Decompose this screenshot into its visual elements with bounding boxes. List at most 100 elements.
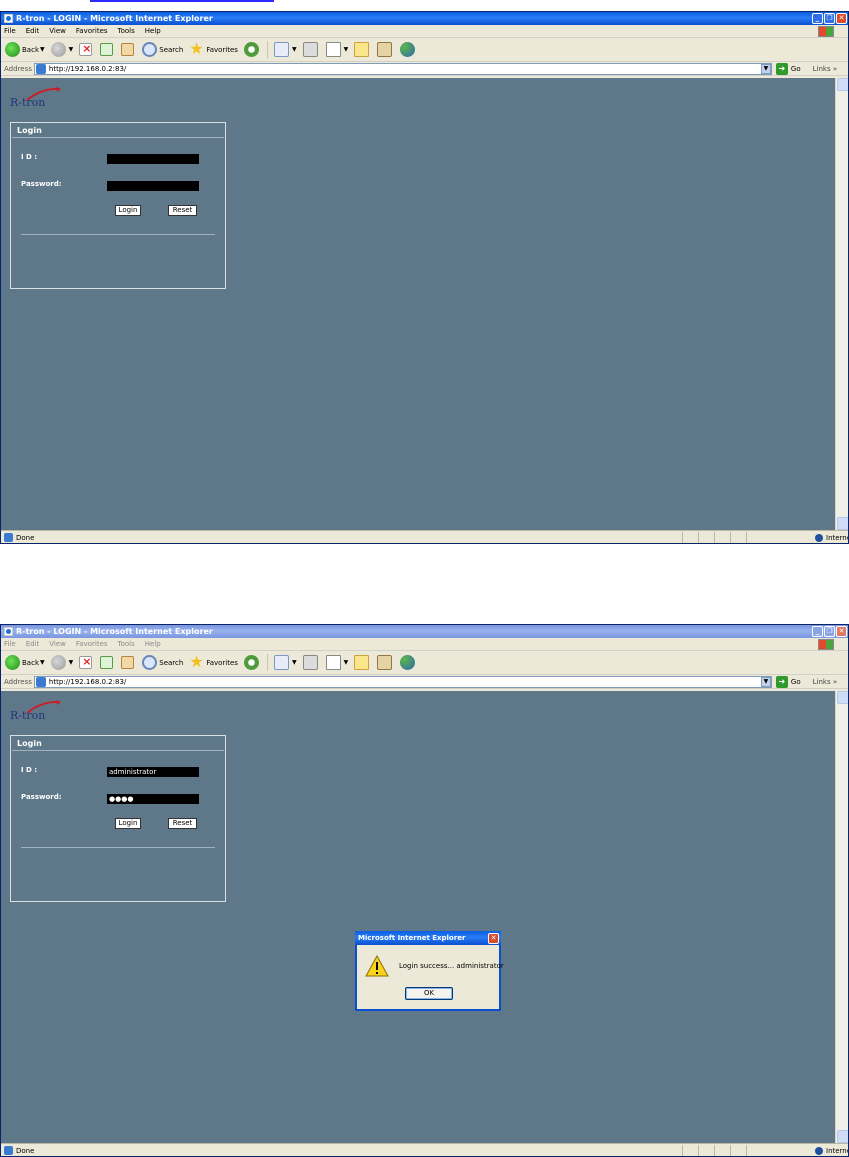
history-button[interactable] [243,42,261,57]
login-button[interactable]: Login [115,818,141,829]
messenger-icon [400,42,416,57]
menu-tools[interactable]: Tools [118,640,135,648]
login-button[interactable]: Login [115,205,141,216]
print-button[interactable] [302,42,320,57]
login-title: Login [12,736,224,751]
mail-button[interactable]: ▼ [273,42,297,57]
menu-favorites[interactable]: Favorites [76,640,108,648]
back-button[interactable]: Back ▼ [5,655,45,670]
menu-favorites[interactable]: Favorites [76,27,108,35]
id-input[interactable] [107,154,199,164]
search-button[interactable]: Search [142,655,183,670]
back-button[interactable]: Back ▼ [5,42,45,57]
favorites-button[interactable]: ★ Favorites [189,654,238,670]
ie-icon [4,627,13,636]
toolbar-separator [266,41,268,58]
login-panel: Login I D : administrator Password: ●●●●… [10,735,226,902]
menu-help[interactable]: Help [145,27,161,35]
globe-icon [815,1146,823,1155]
word-icon [325,655,341,670]
messenger-icon [400,655,416,670]
go-button[interactable]: ➜ Go [775,62,801,75]
close-button[interactable]: ✕ [836,13,847,24]
menu-tools[interactable]: Tools [118,27,135,35]
mail-icon [273,42,289,57]
ok-button[interactable]: OK [405,987,453,1000]
restore-button[interactable]: ❐ [824,626,835,637]
go-button[interactable]: ➜ Go [775,675,801,688]
ie-window-2: R-tron - LOGIN - Microsoft Internet Expl… [0,624,849,1157]
restore-button[interactable]: ❐ [824,13,835,24]
search-button[interactable]: Search [142,42,183,57]
menu-view[interactable]: View [49,640,66,648]
title-bar[interactable]: R-tron - LOGIN - Microsoft Internet Expl… [1,625,848,638]
address-dropdown-button[interactable]: ▼ [760,676,771,687]
vertical-scrollbar[interactable] [835,78,848,530]
security-zone: Internet [746,1144,848,1156]
windows-logo-icon [818,639,834,650]
discuss-button[interactable] [354,655,371,670]
password-input[interactable]: ●●●● [107,794,199,804]
id-label: I D : [21,766,38,774]
security-zone: Internet [746,531,848,543]
menu-view[interactable]: View [49,27,66,35]
address-input[interactable]: http://192.168.0.2:83/ ▼ [33,62,772,75]
messenger-button[interactable] [400,42,417,57]
messenger-button[interactable] [400,655,417,670]
status-text: Done [16,1146,35,1155]
forward-button[interactable]: ▼ [50,42,73,57]
top-link-underline [90,0,274,2]
history-button[interactable] [243,655,261,670]
dialog-title: Microsoft Internet Explorer [358,934,466,942]
research-button[interactable] [377,655,394,670]
discuss-button[interactable] [354,42,371,57]
password-input[interactable] [107,181,199,191]
windows-logo-icon [818,26,834,37]
home-button[interactable] [121,656,136,669]
stop-button[interactable] [79,42,94,56]
research-button[interactable] [377,42,394,57]
reset-button[interactable]: Reset [168,818,197,829]
address-label: Address [4,64,32,73]
edit-word-button[interactable]: ▼ [325,42,348,57]
menu-file[interactable]: File [4,27,16,35]
login-panel: Login I D : Password: Login Reset [10,122,226,289]
history-icon [243,655,259,670]
edit-word-button[interactable]: ▼ [325,655,348,670]
reset-button[interactable]: Reset [168,205,197,216]
favorites-button[interactable]: ★ Favorites [189,41,238,57]
dialog-close-button[interactable]: ✕ [488,932,499,944]
forward-button[interactable]: ▼ [50,655,73,670]
menu-file[interactable]: File [4,640,16,648]
history-icon [243,42,259,57]
vertical-scrollbar[interactable] [835,691,848,1143]
mail-button[interactable]: ▼ [273,655,297,670]
refresh-button[interactable] [100,656,115,669]
title-bar[interactable]: R-tron - LOGIN - Microsoft Internet Expl… [1,12,848,25]
refresh-button[interactable] [100,43,115,56]
page-icon [35,676,46,687]
menu-edit[interactable]: Edit [26,27,40,35]
close-button[interactable]: ✕ [836,626,847,637]
menu-edit[interactable]: Edit [26,640,40,648]
links-button[interactable]: Links » [813,678,838,686]
minimize-button[interactable]: _ [812,13,823,24]
home-button[interactable] [121,43,136,56]
status-bar: Done Internet [1,1143,848,1156]
status-bar: Done Internet [1,530,848,543]
address-dropdown-button[interactable]: ▼ [760,63,771,74]
print-button[interactable] [302,655,320,670]
back-icon [5,42,20,57]
stop-button[interactable] [79,655,94,669]
dialog-message: Login success... administrator [399,962,504,970]
dialog-title-bar[interactable]: Microsoft Internet Explorer ✕ [355,931,501,945]
refresh-icon [100,656,114,669]
address-input[interactable]: http://192.168.0.2:83/ ▼ [33,675,772,688]
menu-help[interactable]: Help [145,640,161,648]
links-button[interactable]: Links » [813,65,838,73]
id-input[interactable]: administrator [107,767,199,777]
password-label: Password: [21,793,62,801]
address-label: Address [4,677,32,686]
mail-icon [273,655,289,670]
minimize-button[interactable]: _ [812,626,823,637]
